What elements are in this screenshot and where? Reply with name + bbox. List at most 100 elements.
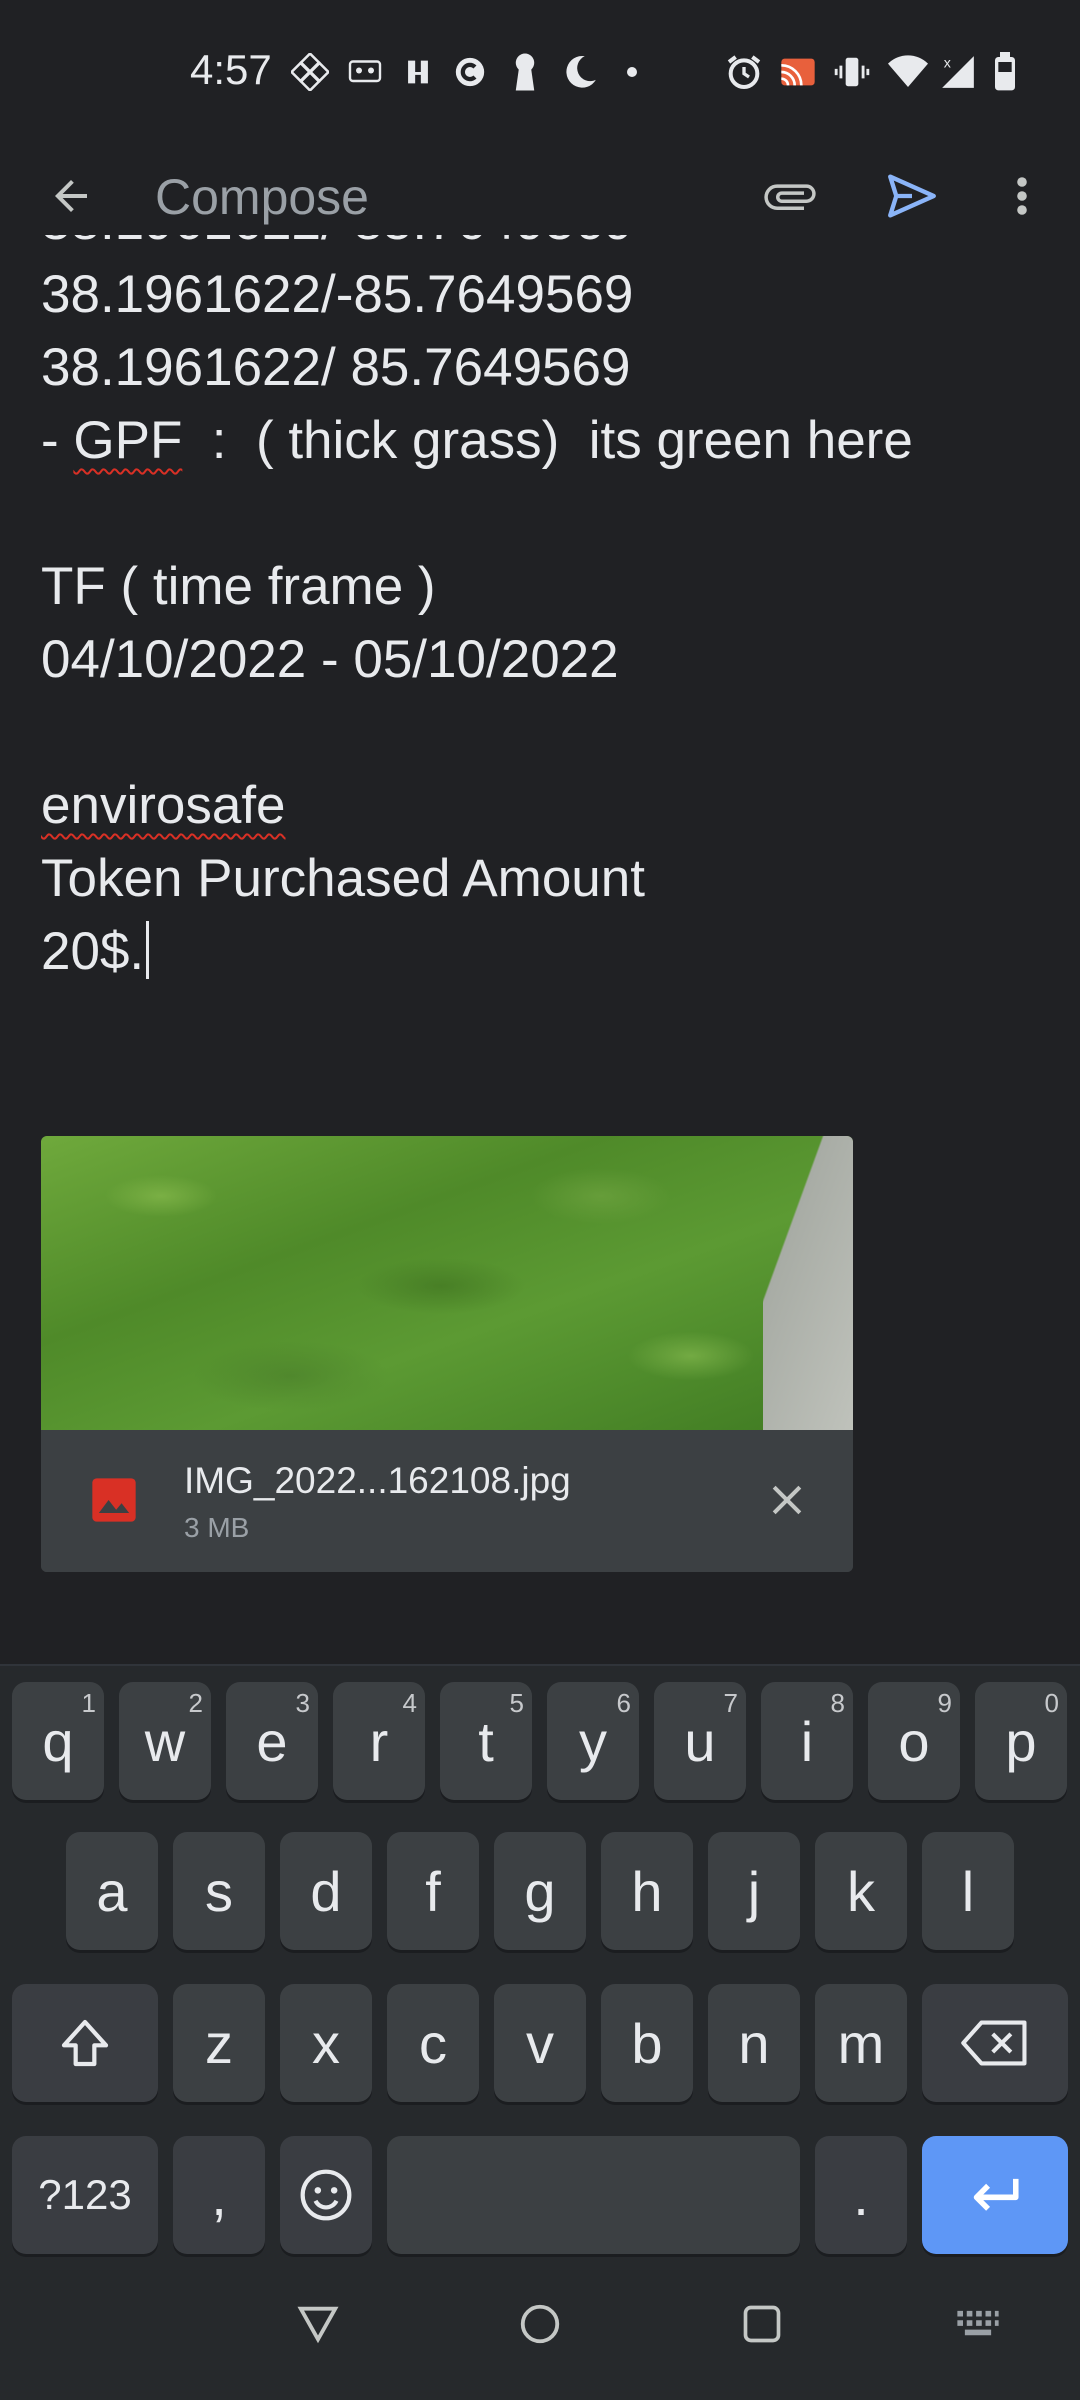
key-z[interactable]: z <box>173 1984 265 2102</box>
key-label: p <box>1005 1709 1037 1773</box>
navigation-bar <box>0 2264 1080 2400</box>
keyhole-icon <box>505 50 545 94</box>
key-label: o <box>898 1709 930 1773</box>
misspelled-word[interactable]: envirosafe <box>41 776 286 835</box>
attachment-card[interactable]: IMG_2022...162108.jpg 3 MB <box>41 1136 853 1572</box>
space-key[interactable] <box>387 2136 800 2254</box>
attachment-icon[interactable] <box>754 160 826 232</box>
puzzle-icon <box>290 50 330 94</box>
key-a[interactable]: a <box>66 1832 158 1950</box>
key-c[interactable]: c <box>387 1984 479 2102</box>
period-key[interactable]: . <box>815 2136 907 2254</box>
key-e[interactable]: e3 <box>226 1682 318 1800</box>
key-p[interactable]: p0 <box>975 1682 1067 1800</box>
body-line: 04/10/2022 - 05/10/2022 <box>41 630 619 689</box>
key-r[interactable]: r4 <box>333 1682 425 1800</box>
key-hint: 2 <box>188 1688 203 1718</box>
body-line <box>41 477 1041 550</box>
shift-icon <box>57 2015 113 2071</box>
image-icon <box>86 1472 142 1528</box>
key-hint: 6 <box>616 1688 631 1718</box>
app-icon <box>398 50 438 94</box>
message-body[interactable]: 38.1961622/-85.7649569 38.1961622/-85.76… <box>41 235 1041 1055</box>
key-hint: 8 <box>830 1688 845 1718</box>
body-line: 38.1961622/ 85.7649569 <box>41 338 631 397</box>
symbols-key[interactable]: ?123 <box>12 2136 158 2254</box>
key-d[interactable]: d <box>280 1832 372 1950</box>
nav-recents-icon[interactable] <box>724 2286 800 2362</box>
attachment-filename: IMG_2022...162108.jpg <box>184 1460 571 1501</box>
status-bar: 4:57 x <box>0 0 1080 140</box>
body-line <box>41 696 1041 769</box>
key-label: r <box>369 1709 389 1773</box>
key-n[interactable]: n <box>708 1984 800 2102</box>
keyboard-switch-icon[interactable] <box>940 2286 1016 2362</box>
backspace-key[interactable] <box>922 1984 1068 2102</box>
key-h[interactable]: h <box>601 1832 693 1950</box>
key-m[interactable]: m <box>815 1984 907 2102</box>
key-label: i <box>800 1709 814 1773</box>
attachment-preview-image[interactable] <box>41 1136 853 1430</box>
key-label: t <box>478 1709 494 1773</box>
send-icon[interactable] <box>876 160 948 232</box>
body-line: envirosafe <box>41 769 1041 842</box>
cassette-icon <box>345 50 385 94</box>
key-l[interactable]: l <box>922 1832 1014 1950</box>
misspelled-word[interactable]: GPF <box>73 411 182 470</box>
key-u[interactable]: u7 <box>654 1682 746 1800</box>
enter-key[interactable] <box>922 2136 1068 2254</box>
emoji-icon <box>298 2167 354 2223</box>
key-q[interactable]: q1 <box>12 1682 104 1800</box>
svg-text:x: x <box>944 55 951 71</box>
body-last-text: 20$. <box>41 922 145 981</box>
back-arrow-icon[interactable] <box>35 160 107 232</box>
text-cursor <box>146 921 150 979</box>
moon-icon <box>558 50 602 94</box>
key-x[interactable]: x <box>280 1984 372 2102</box>
status-time: 4:57 <box>190 46 272 93</box>
c-icon <box>450 50 490 94</box>
attachment-size: 3 MB <box>184 1512 250 1543</box>
dot-icon <box>620 50 644 94</box>
key-f[interactable]: f <box>387 1832 479 1950</box>
key-v[interactable]: v <box>494 1984 586 2102</box>
cast-icon <box>776 50 820 94</box>
key-y[interactable]: y6 <box>547 1682 639 1800</box>
key-o[interactable]: o9 <box>868 1682 960 1800</box>
keyboard: q1 w2 e3 r4 t5 y6 u7 i8 o9 p0 a s d f g … <box>0 1664 1080 2266</box>
key-k[interactable]: k <box>815 1832 907 1950</box>
key-hint: 3 <box>295 1688 310 1718</box>
close-icon[interactable] <box>753 1466 821 1534</box>
page-title: Compose <box>155 169 369 225</box>
shift-key[interactable] <box>12 1984 158 2102</box>
key-label: w <box>144 1709 186 1773</box>
key-w[interactable]: w2 <box>119 1682 211 1800</box>
alarm-icon <box>722 50 766 94</box>
key-hint: 4 <box>402 1688 417 1718</box>
comma-key[interactable]: , <box>173 2136 265 2254</box>
key-j[interactable]: j <box>708 1832 800 1950</box>
more-vert-icon[interactable] <box>986 160 1058 232</box>
body-line: TF ( time frame ) <box>41 557 436 616</box>
key-label: e <box>256 1709 288 1773</box>
key-hint: 5 <box>509 1688 524 1718</box>
body-line: 38.1961622/-85.7649569 <box>41 265 634 324</box>
body-line: Token Purchased Amount <box>41 849 645 908</box>
key-s[interactable]: s <box>173 1832 265 1950</box>
vibrate-icon <box>832 50 872 94</box>
key-hint: 7 <box>723 1688 738 1718</box>
backspace-icon <box>961 2017 1029 2069</box>
key-g[interactable]: g <box>494 1832 586 1950</box>
key-t[interactable]: t5 <box>440 1682 532 1800</box>
body-line: 20$. <box>41 915 1041 988</box>
nav-back-icon[interactable] <box>280 2286 356 2362</box>
key-label: y <box>579 1709 607 1773</box>
body-line: - GPF : ( thick grass) its green here <box>41 411 913 470</box>
key-b[interactable]: b <box>601 1984 693 2102</box>
nav-home-icon[interactable] <box>502 2286 578 2362</box>
key-hint: 0 <box>1044 1688 1059 1718</box>
enter-icon <box>965 2171 1025 2219</box>
key-label: u <box>684 1709 716 1773</box>
key-i[interactable]: i8 <box>761 1682 853 1800</box>
emoji-key[interactable] <box>280 2136 372 2254</box>
